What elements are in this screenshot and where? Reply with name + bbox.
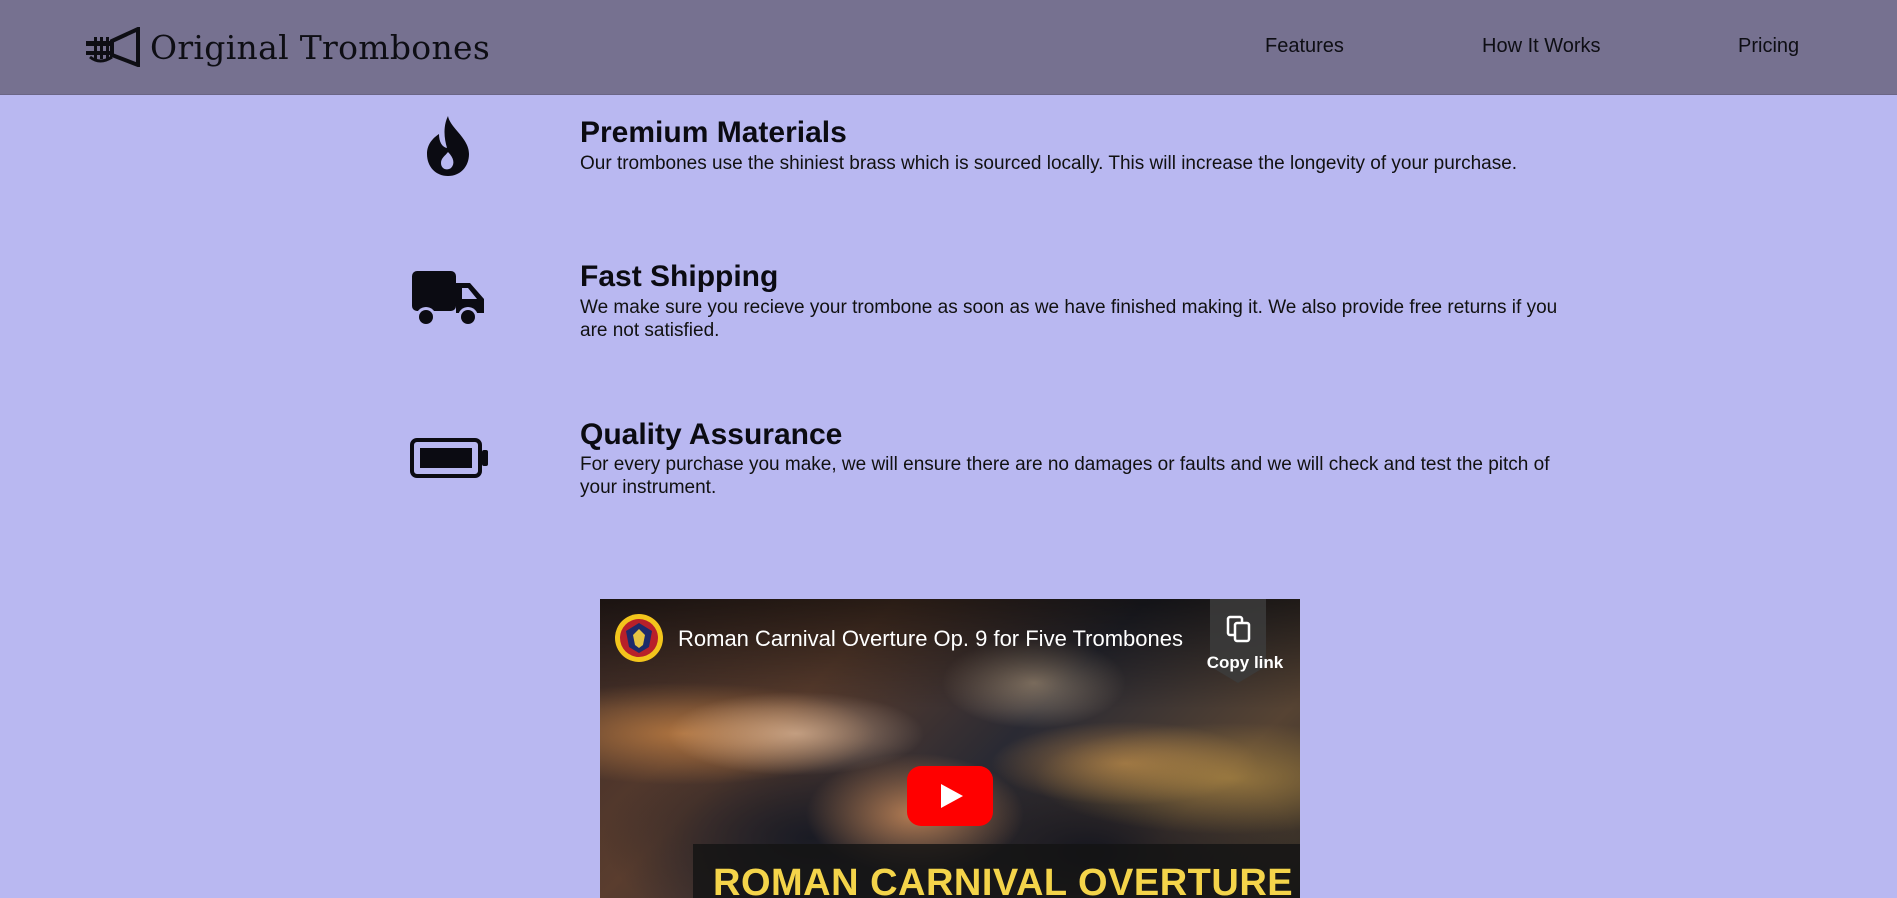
nav-link-pricing[interactable]: Pricing (1738, 35, 1799, 58)
play-button-icon[interactable] (907, 766, 993, 826)
truck-icon (412, 271, 484, 327)
feature-title-fast-shipping: Fast Shipping (580, 260, 779, 293)
fire-icon (427, 116, 469, 176)
nav-link-how-it-works[interactable]: How It Works (1482, 35, 1601, 58)
video-thumbnail-banner: ROMAN CARNIVAL OVERTURE (693, 844, 1300, 898)
feature-title-premium-materials: Premium Materials (580, 116, 847, 149)
channel-avatar-icon[interactable] (614, 613, 664, 663)
brand-name: Original Trombones (150, 27, 491, 67)
video-title[interactable]: Roman Carnival Overture Op. 9 for Five T… (678, 626, 1183, 652)
video-thumbnail-caption: ROMAN CARNIVAL OVERTURE (713, 862, 1294, 898)
site-header: Original Trombones Features How It Works… (0, 0, 1897, 95)
nav-link-features[interactable]: Features (1265, 35, 1344, 58)
copy-link-label[interactable]: Copy link (1200, 653, 1290, 673)
feature-description-fast-shipping: We make sure you recieve your trombone a… (580, 297, 1558, 341)
brand-logo[interactable]: Original Trombones (84, 24, 490, 70)
feature-description-premium-materials: Our trombones use the shiniest brass whi… (580, 153, 1518, 174)
feature-title-quality-assurance: Quality Assurance (580, 418, 843, 451)
copy-icon (1226, 615, 1251, 643)
feature-description-quality-assurance: For every purchase you make, we will ens… (580, 454, 1550, 498)
video-embed[interactable]: Roman Carnival Overture Op. 9 for Five T… (600, 599, 1300, 898)
video-top-overlay (600, 599, 1300, 709)
trumpet-icon (86, 27, 140, 67)
battery-full-icon (410, 438, 488, 478)
